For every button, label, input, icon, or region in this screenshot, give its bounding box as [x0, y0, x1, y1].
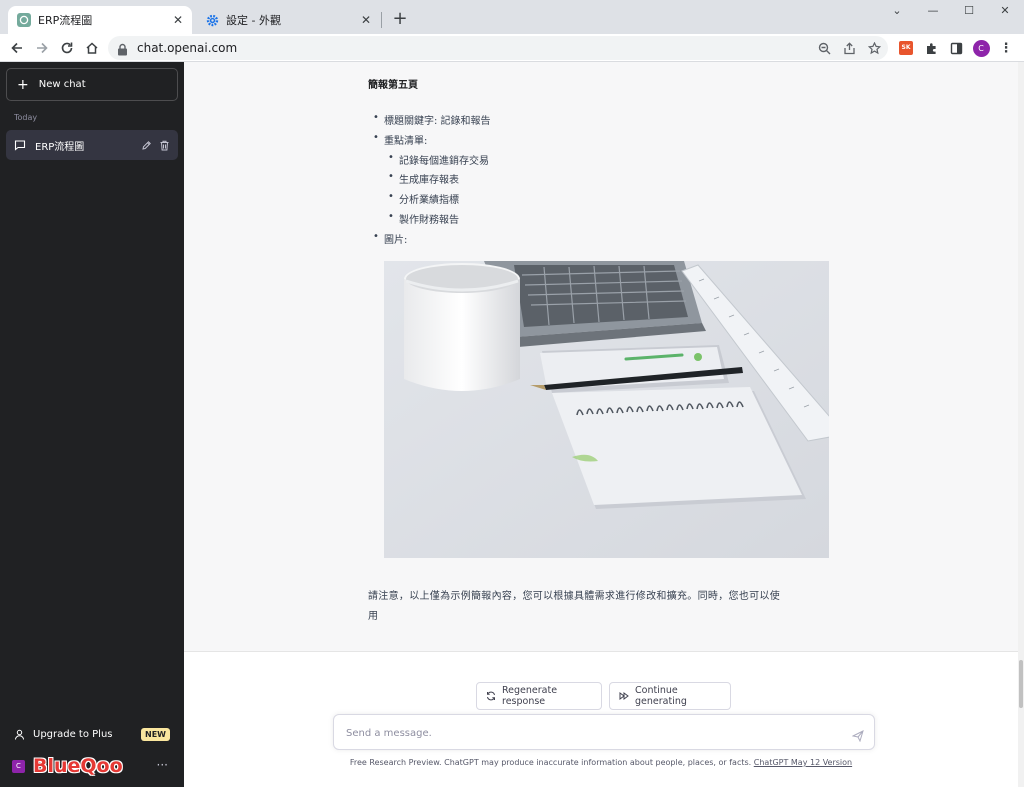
edit-pencil-icon[interactable] — [138, 137, 154, 153]
chat-bubble-icon — [14, 139, 26, 151]
user-account-row[interactable]: C BlueQoo ··· — [6, 754, 178, 778]
assistant-message: 簡報第五頁 • 標題關鍵字: 記錄和報告 • 重點清單: • 記錄每個進銷存交易 • 生… — [184, 62, 1018, 652]
plus-icon: + — [17, 76, 29, 93]
version-link[interactable]: ChatGPT May 12 Version — [754, 758, 852, 767]
message-heading: 簡報第五頁 — [368, 80, 418, 91]
reload-icon[interactable] — [57, 38, 77, 58]
lock-icon[interactable] — [117, 41, 128, 60]
send-icon[interactable] — [851, 727, 864, 746]
back-icon[interactable] — [7, 38, 27, 58]
chat-item-label: ERP流程圖 — [35, 141, 85, 153]
address-bar[interactable]: chat.openai.com — [108, 36, 888, 60]
chatgpt-icon — [17, 13, 31, 27]
maximize-icon[interactable]: ☐ — [954, 4, 984, 20]
new-chat-button[interactable]: + New chat — [6, 68, 178, 101]
scrollbar[interactable] — [1018, 62, 1024, 787]
browser-tab-bar: ERP流程圖 ✕ 設定 - 外觀 ✕ + ⌄ — ☐ ✕ — [0, 0, 1024, 34]
tab-title: ERP流程圖 — [38, 14, 93, 27]
list-item: • 分析業績指標 — [388, 191, 459, 206]
side-panel-icon[interactable] — [947, 39, 965, 57]
share-icon[interactable] — [841, 40, 857, 56]
close-window-icon[interactable]: ✕ — [990, 4, 1020, 20]
main-panel: 簡報第五頁 • 標題關鍵字: 記錄和報告 • 重點清單: • 記錄每個進銷存交易 • 生… — [184, 62, 1024, 787]
new-tab-button[interactable]: + — [390, 10, 410, 30]
minimize-icon[interactable]: — — [918, 4, 948, 20]
message-input[interactable]: Send a message. — [333, 714, 875, 750]
url-text: chat.openai.com — [137, 41, 238, 55]
continue-generating-button[interactable]: Continue generating — [609, 682, 731, 710]
tab-erp[interactable]: ERP流程圖 ✕ — [8, 6, 192, 34]
browser-toolbar: chat.openai.com SK C ⋮ — [0, 34, 1024, 62]
list-item: • 製作財務報告 — [388, 211, 459, 226]
message-input-placeholder: Send a message. — [346, 728, 432, 739]
zoom-icon[interactable] — [816, 40, 832, 56]
new-badge: NEW — [141, 727, 170, 741]
list-item: • 記錄每個進銷存交易 — [388, 152, 489, 167]
message-note: 請注意，以上僅為示例簡報內容，您可以根據具體需求進行修改和擴充。同時，您也可以使… — [368, 591, 780, 622]
regenerate-label: Regenerate response — [502, 685, 558, 707]
tab-title: 設定 - 外觀 — [226, 14, 281, 27]
close-tab-icon[interactable]: ✕ — [358, 12, 374, 28]
section-heading-today: Today — [14, 113, 38, 122]
upgrade-label: Upgrade to Plus — [33, 728, 113, 740]
continue-label: Continue generating — [635, 685, 687, 707]
chat-item-erp[interactable]: ERP流程圖 — [6, 130, 178, 160]
sidebar: + New chat Today ERP流程圖 Upgrade to Plus … — [0, 62, 184, 787]
refresh-icon — [486, 691, 496, 701]
list-item: • 標題關鍵字: 記錄和報告 — [373, 112, 491, 127]
list-item: • 圖片: — [373, 231, 408, 246]
tab-settings[interactable]: 設定 - 外觀 ✕ — [196, 6, 380, 34]
tab-divider — [381, 12, 382, 28]
watermark-logo: BlueQoo — [33, 755, 123, 777]
gear-icon — [205, 13, 219, 27]
home-icon[interactable] — [82, 38, 102, 58]
upgrade-to-plus-button[interactable]: Upgrade to Plus NEW — [6, 723, 178, 745]
puzzle-extensions-icon[interactable] — [922, 39, 940, 57]
profile-avatar[interactable]: C — [972, 39, 990, 57]
trash-icon[interactable] — [156, 137, 172, 153]
scrollbar-thumb[interactable] — [1019, 660, 1023, 708]
browser-menu-icon[interactable]: ⋮ — [997, 39, 1015, 57]
sk-extension-icon[interactable]: SK — [897, 39, 915, 57]
list-item: • 重點清單: — [373, 132, 428, 147]
new-chat-label: New chat — [38, 79, 86, 90]
regenerate-response-button[interactable]: Regenerate response — [476, 682, 602, 710]
footer-disclaimer: Free Research Preview. ChatGPT may produ… — [349, 758, 853, 767]
forward-icon[interactable] — [32, 38, 52, 58]
close-tab-icon[interactable]: ✕ — [170, 12, 186, 28]
desk-photo-image — [384, 261, 829, 558]
list-item: • 生成庫存報表 — [388, 171, 459, 186]
bookmark-star-icon[interactable] — [866, 40, 882, 56]
tab-search-icon[interactable]: ⌄ — [882, 4, 912, 20]
user-icon — [14, 729, 25, 740]
fast-forward-icon — [619, 691, 629, 701]
more-options-icon[interactable]: ··· — [157, 758, 168, 772]
user-avatar: C — [12, 759, 25, 773]
